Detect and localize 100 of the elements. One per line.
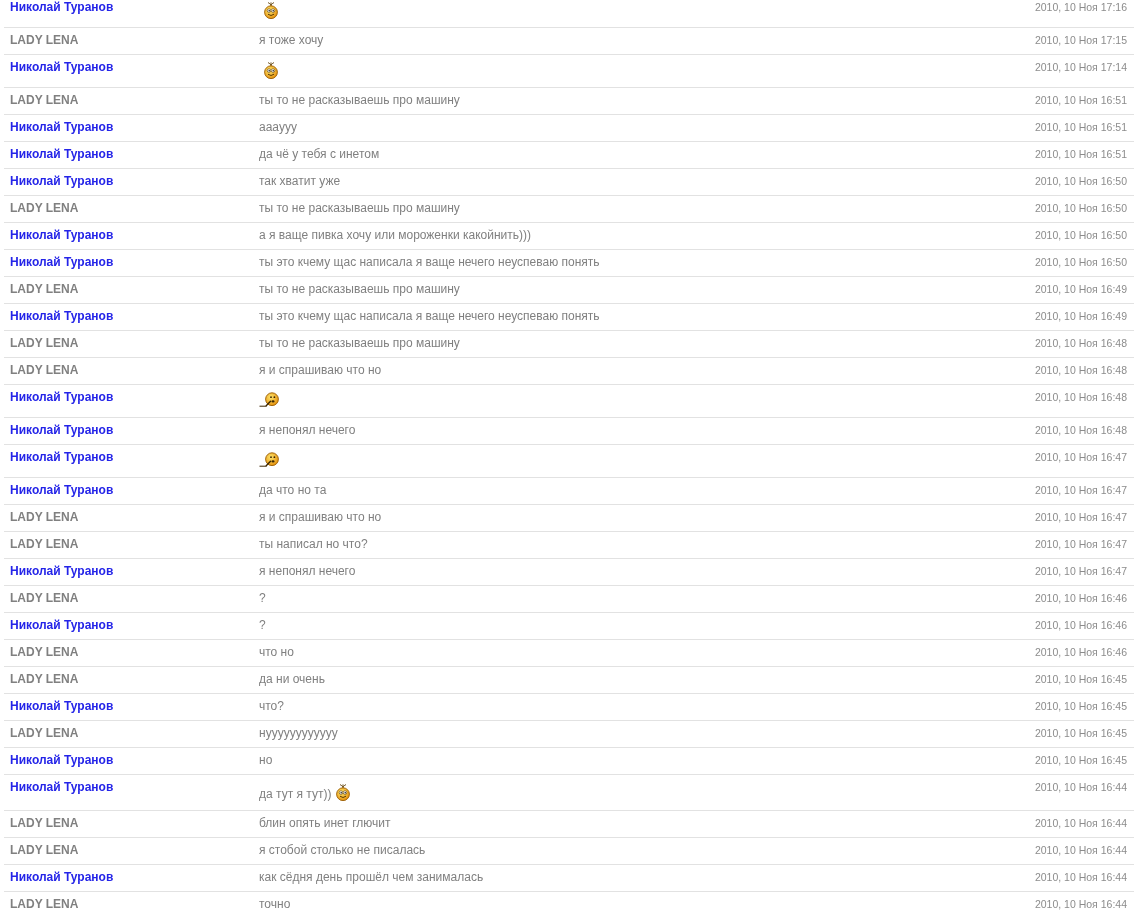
message-text: я и спрашиваю что но bbox=[259, 363, 382, 377]
timestamp: 2010, 10 Ноя 16:50 bbox=[1034, 202, 1127, 214]
sender-name[interactable]: Николай Туранов bbox=[10, 60, 114, 74]
sender-name[interactable]: Николай Туранов bbox=[10, 483, 114, 497]
timestamp: 2010, 10 Ноя 16:47 bbox=[1034, 451, 1127, 463]
timestamp: 2010, 10 Ноя 16:49 bbox=[1034, 310, 1127, 322]
timestamp: 2010, 10 Ноя 16:50 bbox=[1034, 175, 1127, 187]
timestamp: 2010, 10 Ноя 16:48 bbox=[1034, 337, 1127, 349]
message-text: как сёдня день прошёл чем занималась bbox=[259, 870, 484, 884]
message-text: ты это кчему щас написала я ваще нечего неуспеваю понять bbox=[259, 255, 600, 269]
message-text: что но bbox=[259, 645, 294, 659]
timestamp: 2010, 10 Ноя 16:48 bbox=[1034, 364, 1127, 376]
timestamp: 2010, 10 Ноя 16:50 bbox=[1034, 256, 1127, 268]
sender-name[interactable]: Николай Туранов bbox=[10, 870, 114, 884]
message-text: ты это кчему щас написала я ваще нечего неуспеваю понять bbox=[259, 309, 600, 323]
timestamp: 2010, 10 Ноя 16:50 bbox=[1034, 229, 1127, 241]
message-text: да что но та bbox=[259, 483, 327, 497]
timestamp: 2010, 10 Ноя 17:15 bbox=[1034, 34, 1127, 46]
message-text: но bbox=[259, 753, 273, 767]
sender-name[interactable]: Николай Туранов bbox=[10, 309, 114, 323]
sender-name[interactable]: Николай Туранов bbox=[10, 450, 114, 464]
timestamp: 2010, 10 Ноя 16:51 bbox=[1034, 121, 1127, 133]
sender-name[interactable]: Николай Туранов bbox=[10, 390, 114, 404]
timestamp: 2010, 10 Ноя 16:47 bbox=[1034, 484, 1127, 496]
message-text: да чё у тебя с инетом bbox=[259, 147, 380, 161]
timestamp: 2010, 10 Ноя 16:44 bbox=[1034, 898, 1127, 910]
sender-name[interactable]: LADY LENA bbox=[10, 726, 79, 740]
sender-name[interactable]: LADY LENA bbox=[10, 537, 79, 551]
timestamp: 2010, 10 Ноя 16:45 bbox=[1034, 727, 1127, 739]
message-text: я непонял нечего bbox=[259, 423, 356, 437]
message-text: я непонял нечего bbox=[259, 564, 356, 578]
message-text: ты то не расказываешь про машину bbox=[259, 201, 460, 215]
sender-name[interactable]: LADY LENA bbox=[10, 816, 79, 830]
sender-name[interactable]: LADY LENA bbox=[10, 897, 79, 911]
message-text: блин опять инет глючит bbox=[259, 816, 391, 830]
message-text: я тоже хочу bbox=[259, 33, 324, 47]
message-text: да ни очень bbox=[259, 672, 325, 686]
sender-name[interactable]: LADY LENA bbox=[10, 843, 79, 857]
message-text: да тут я тут)) bbox=[259, 787, 332, 801]
sender-name[interactable]: Николай Туранов bbox=[10, 423, 114, 437]
timestamp: 2010, 10 Ноя 16:44 bbox=[1034, 871, 1127, 883]
timestamp: 2010, 10 Ноя 16:46 bbox=[1034, 646, 1127, 658]
timestamp: 2010, 10 Ноя 16:51 bbox=[1034, 94, 1127, 106]
sender-name[interactable]: Николай Туранов bbox=[10, 147, 114, 161]
timestamp: 2010, 10 Ноя 16:47 bbox=[1034, 565, 1127, 577]
sender-name[interactable]: Николай Туранов bbox=[10, 753, 114, 767]
message-text: ты то не расказываешь про машину bbox=[259, 93, 460, 107]
sender-name[interactable]: LADY LENA bbox=[10, 510, 79, 524]
writing-smiley-icon bbox=[259, 392, 279, 407]
timestamp: 2010, 10 Ноя 16:48 bbox=[1034, 424, 1127, 436]
sender-name[interactable]: Николай Туранов bbox=[10, 255, 114, 269]
message-text: ? bbox=[259, 618, 266, 632]
sender-name[interactable]: LADY LENA bbox=[10, 201, 79, 215]
sender-name[interactable]: LADY LENA bbox=[10, 363, 79, 377]
smiley-icon bbox=[263, 62, 279, 79]
sender-name[interactable]: LADY LENA bbox=[10, 336, 79, 350]
sender-name[interactable]: Николай Туранов bbox=[10, 120, 114, 134]
timestamp: 2010, 10 Ноя 17:16 bbox=[1034, 1, 1127, 13]
message-text: нуууууууууууу bbox=[259, 726, 338, 740]
sender-name[interactable]: LADY LENA bbox=[10, 591, 79, 605]
message-text: ты то не расказываешь про машину bbox=[259, 336, 460, 350]
timestamp: 2010, 10 Ноя 16:45 bbox=[1034, 673, 1127, 685]
sender-name[interactable]: LADY LENA bbox=[10, 33, 79, 47]
message-text: ты то не расказываешь про машину bbox=[259, 282, 460, 296]
sender-name[interactable]: LADY LENA bbox=[10, 282, 79, 296]
sender-name[interactable]: LADY LENA bbox=[10, 645, 79, 659]
message-text: ты написал но что? bbox=[259, 537, 368, 551]
smiley-icon bbox=[335, 784, 352, 801]
smiley-icon bbox=[263, 2, 279, 19]
sender-name[interactable]: Николай Туранов bbox=[10, 780, 114, 794]
timestamp: 2010, 10 Ноя 16:45 bbox=[1034, 754, 1127, 766]
message-text: я стобой столько не писалась bbox=[259, 843, 426, 857]
message-text: так хватит уже bbox=[259, 174, 341, 188]
message-text: а я ваще пивка хочу или мороженки какойнить))) bbox=[259, 228, 531, 242]
timestamp: 2010, 10 Ноя 16:44 bbox=[1034, 817, 1127, 829]
timestamp: 2010, 10 Ноя 16:44 bbox=[1034, 844, 1127, 856]
timestamp: 2010, 10 Ноя 16:51 bbox=[1034, 148, 1127, 160]
sender-name[interactable]: Николай Туранов bbox=[10, 618, 114, 632]
message-text: точно bbox=[259, 897, 291, 911]
message-text: я и спрашиваю что но bbox=[259, 510, 382, 524]
timestamp: 2010, 10 Ноя 16:48 bbox=[1034, 391, 1127, 403]
sender-name[interactable]: Николай Туранов bbox=[10, 564, 114, 578]
timestamp: 2010, 10 Ноя 16:47 bbox=[1034, 511, 1127, 523]
timestamp: 2010, 10 Ноя 16:44 bbox=[1034, 781, 1127, 793]
timestamp: 2010, 10 Ноя 17:14 bbox=[1034, 61, 1127, 73]
sender-name[interactable]: Николай Туранов bbox=[10, 174, 114, 188]
message-text: ? bbox=[259, 591, 266, 605]
sender-name[interactable]: LADY LENA bbox=[10, 93, 79, 107]
sender-name[interactable]: Николай Туранов bbox=[10, 699, 114, 713]
message-text: что? bbox=[259, 699, 284, 713]
sender-name[interactable]: Николай Туранов bbox=[10, 0, 114, 14]
timestamp: 2010, 10 Ноя 16:49 bbox=[1034, 283, 1127, 295]
timestamp: 2010, 10 Ноя 16:46 bbox=[1034, 619, 1127, 631]
sender-name[interactable]: Николай Туранов bbox=[10, 228, 114, 242]
timestamp: 2010, 10 Ноя 16:45 bbox=[1034, 700, 1127, 712]
writing-smiley-icon bbox=[259, 452, 279, 467]
message-text: аааууу bbox=[259, 120, 297, 134]
timestamp: 2010, 10 Ноя 16:46 bbox=[1034, 592, 1127, 604]
timestamp: 2010, 10 Ноя 16:47 bbox=[1034, 538, 1127, 550]
sender-name[interactable]: LADY LENA bbox=[10, 672, 79, 686]
